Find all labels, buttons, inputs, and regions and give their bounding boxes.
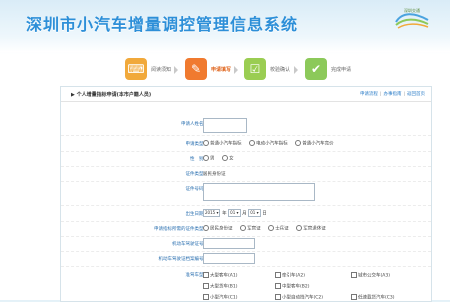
step-label: 申请填写 xyxy=(211,67,232,73)
link-separator: | xyxy=(379,92,382,97)
step-label: 完成申请 xyxy=(331,67,352,73)
logo: 深圳交通 xyxy=(392,8,432,30)
day-suffix: 日 xyxy=(262,211,267,217)
panel-title: ▶ 个人增量指标申请(本市户籍人员) xyxy=(71,92,152,98)
license-file-label: 机动车驾驶证档案编号: xyxy=(158,257,205,262)
holder-id-options: 居民身份证 军官证 士兵证 军官退休证 xyxy=(203,225,332,232)
license-number-label: 机动车驾驶证号: xyxy=(171,242,205,247)
progress-steps: ⌨ 阅读须知 ✎ 申请填写 ☑ 校验确认 ✔ 完成申请 xyxy=(120,56,380,84)
month-suffix: 月 xyxy=(242,211,247,217)
holder-id-type-label: 申请指标所需的证件类型: xyxy=(153,227,205,232)
row-id-number: 证件号码: xyxy=(61,181,431,206)
step-arrow xyxy=(234,66,238,74)
license-number-input[interactable] xyxy=(203,238,255,249)
holder-id-option[interactable]: 军官证 xyxy=(240,225,261,232)
keyboard-icon: ⌨ xyxy=(125,58,147,80)
birth-day-select[interactable]: 01 ▾ xyxy=(248,209,261,217)
row-license-file: 机动车驾驶证档案编号: xyxy=(61,251,431,267)
link-home[interactable]: 返回首页 xyxy=(407,92,425,97)
step-label: 校验确认 xyxy=(270,67,291,73)
apply-type-option[interactable]: 电动小汽车指标 xyxy=(249,140,288,147)
row-gender: 性 别: 男 女 xyxy=(61,151,431,167)
license-type-option[interactable]: 中型客车(B2) xyxy=(275,283,309,290)
row-license-number: 机动车驾驶证号: xyxy=(61,236,431,252)
step-arrow xyxy=(294,66,298,74)
holder-id-option[interactable]: 居民身份证 xyxy=(203,225,233,232)
step-arrow xyxy=(174,66,178,74)
site-title: 深圳市小汽车增量调控管理信息系统 xyxy=(26,15,299,34)
row-license-types: 准驾车型: 大型客车(A1) 牵引车(A2) 城市公交车(A3) 大型货车(B1… xyxy=(61,267,431,301)
row-id-type: 证件类型: 居民身份证 xyxy=(61,166,431,182)
row-apply-type: 申请类型: 普通小汽车指标 电动小汽车指标 普通小汽车竞价 xyxy=(61,136,431,152)
id-number-input[interactable] xyxy=(203,183,315,201)
apply-type-options: 普通小汽车指标 电动小汽车指标 普通小汽车竞价 xyxy=(203,140,340,147)
applicant-name-label: 申请人姓名: xyxy=(180,122,205,127)
panel-title-text: 个人增量指标申请(本市户籍人员) xyxy=(76,92,152,98)
gender-options: 男 女 xyxy=(203,155,240,162)
birth-year-select[interactable]: 2015 ▾ xyxy=(203,209,221,217)
id-type-value: 居民身份证 xyxy=(203,172,226,177)
row-birth-date: 出生日期: 2015 ▾ 年 01 ▾ 月 01 ▾ 日 xyxy=(61,206,431,222)
header-links: 申请流程 | 办事指南 | 返回首页 xyxy=(360,91,425,97)
apply-type-option[interactable]: 普通小汽车竞价 xyxy=(295,140,334,147)
holder-id-option[interactable]: 士兵证 xyxy=(268,225,289,232)
link-apply-process[interactable]: 申请流程 xyxy=(360,92,378,97)
panel-header: ▶ 个人增量指标申请(本市户籍人员) 申请流程 | 办事指南 | 返回首页 xyxy=(61,87,431,102)
page-header: 深圳市小汽车增量调控管理信息系统 深圳交通 xyxy=(0,0,450,52)
birth-date-selects: 2015 ▾ 年 01 ▾ 月 01 ▾ 日 xyxy=(203,209,267,217)
application-panel: ▶ 个人增量指标申请(本市户籍人员) 申请流程 | 办事指南 | 返回首页 申请人姓名:… xyxy=(60,86,432,302)
link-separator: | xyxy=(403,92,405,97)
license-type-option[interactable]: 牵引车(A2) xyxy=(275,272,305,279)
gender-option-female[interactable]: 女 xyxy=(222,155,234,162)
link-guide[interactable]: 办事指南 xyxy=(383,92,401,97)
row-applicant-name: 申请人姓名: xyxy=(61,113,431,136)
year-suffix: 年 xyxy=(222,211,227,217)
license-type-option[interactable]: 大型客车(A1) xyxy=(203,272,237,279)
row-holder-id-type: 申请指标所需的证件类型: 居民身份证 军官证 士兵证 军官退休证 xyxy=(61,221,431,237)
holder-id-option[interactable]: 军官退休证 xyxy=(296,225,326,232)
license-type-option[interactable]: 大型货车(B1) xyxy=(203,283,237,290)
license-file-input[interactable] xyxy=(203,253,255,264)
check-icon: ✔ xyxy=(305,58,327,80)
license-types-grid: 大型客车(A1) 牵引车(A2) 城市公交车(A3) 大型货车(B1) 中型客车… xyxy=(203,272,423,302)
birth-month-select[interactable]: 01 ▾ xyxy=(228,209,241,217)
license-type-option[interactable]: 城市公交车(A3) xyxy=(351,272,390,279)
checklist-icon: ☑ xyxy=(244,58,266,80)
logo-text: 深圳交通 xyxy=(404,8,420,13)
gender-option-male[interactable]: 男 xyxy=(203,155,215,162)
apply-type-option[interactable]: 普通小汽车指标 xyxy=(203,140,242,147)
applicant-name-input[interactable] xyxy=(203,118,247,133)
edit-icon: ✎ xyxy=(185,58,207,80)
step-label: 阅读须知 xyxy=(151,67,172,73)
